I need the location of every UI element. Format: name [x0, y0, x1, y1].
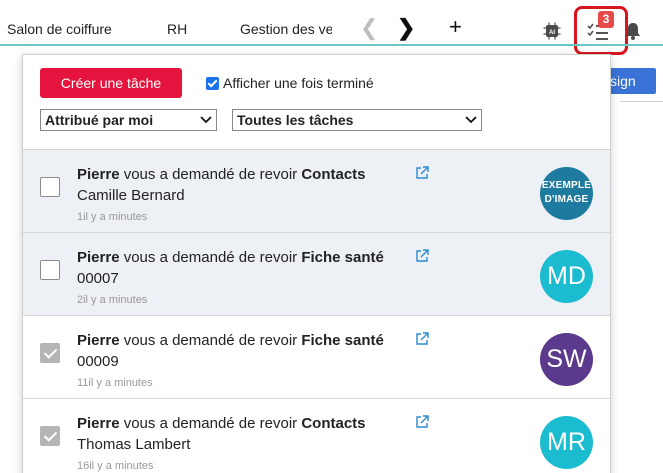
task-text: vous a demandé de revoir: [119, 415, 302, 432]
task-row[interactable]: Pierre vous a demandé de revoir Fiche sa…: [23, 232, 610, 315]
task-timestamp: 11il y a minutes: [77, 377, 153, 389]
task-target: 00007: [77, 270, 119, 287]
task-target: Camille Bernard: [77, 187, 185, 204]
external-link-icon[interactable]: [415, 166, 429, 180]
top-navigation-bar: Salon de coiffure RH Gestion des ve ❮ ❯ …: [0, 0, 663, 55]
task-requester: Pierre: [77, 249, 120, 266]
nav-tab-rh[interactable]: RH: [167, 21, 187, 37]
task-timestamp: 1il y a minutes: [77, 211, 148, 223]
nav-prev-arrow-icon[interactable]: ❮: [360, 14, 378, 42]
task-text: vous a demandé de revoir: [119, 332, 302, 349]
external-link-icon[interactable]: [415, 415, 429, 429]
external-link-icon[interactable]: [415, 332, 429, 346]
task-timestamp: 2il y a minutes: [77, 294, 148, 306]
avatar: MD: [540, 250, 593, 303]
task-requester: Pierre: [77, 415, 120, 432]
task-list: Pierre vous a demandé de revoir Contacts…: [23, 149, 610, 473]
assigned-filter-select[interactable]: Attribué par moi: [40, 109, 217, 131]
tasks-count-badge: 3: [598, 11, 614, 28]
add-tab-icon[interactable]: +: [449, 13, 462, 41]
nav-next-arrow-icon[interactable]: ❯: [397, 14, 415, 42]
task-row[interactable]: Pierre vous a demandé de revoir Contacts…: [23, 149, 610, 232]
tasks-dropdown-panel: Créer une tâche Afficher une fois termin…: [22, 54, 611, 473]
task-subject: Contacts: [301, 166, 366, 183]
background-assign-button[interactable]: sign: [606, 68, 656, 94]
external-link-icon[interactable]: [415, 249, 429, 263]
task-checkbox[interactable]: [40, 177, 60, 197]
avatar: EXEMPLE D'IMAGE: [540, 167, 593, 220]
nav-accent-line: [0, 44, 663, 46]
task-subject: Fiche santé: [301, 249, 384, 266]
show-done-checkbox[interactable]: [206, 76, 219, 90]
task-description: Pierre vous a demandé de revoir Contacts: [77, 166, 366, 183]
show-done-label: Afficher une fois terminé: [223, 75, 374, 91]
avatar: SW: [540, 333, 593, 386]
task-requester: Pierre: [77, 332, 120, 349]
chevron-down-icon: [200, 116, 212, 124]
task-checkbox[interactable]: [40, 426, 60, 446]
task-row[interactable]: Pierre vous a demandé de revoir Contacts…: [23, 398, 610, 473]
task-target: 00009: [77, 353, 119, 370]
task-row[interactable]: Pierre vous a demandé de revoir Fiche sa…: [23, 315, 610, 398]
task-description: Pierre vous a demandé de revoir Fiche sa…: [77, 332, 384, 349]
tasks-button[interactable]: 3: [574, 6, 628, 55]
tasks-filter-value: Toutes les tâches: [237, 112, 354, 128]
nav-tab-salon[interactable]: Salon de coiffure: [7, 21, 112, 37]
task-requester: Pierre: [77, 166, 120, 183]
nav-tab-gestion[interactable]: Gestion des ve: [240, 21, 332, 37]
bell-icon[interactable]: [625, 22, 641, 40]
background-divider: [620, 101, 663, 102]
chevron-down-icon: [465, 116, 477, 124]
tasks-filter-select[interactable]: Toutes les tâches: [232, 109, 482, 131]
task-subject: Contacts: [301, 415, 366, 432]
task-target: Thomas Lambert: [77, 436, 191, 453]
task-text: vous a demandé de revoir: [119, 166, 302, 183]
task-subject: Fiche santé: [301, 332, 384, 349]
task-timestamp: 16il y a minutes: [77, 460, 154, 472]
task-description: Pierre vous a demandé de revoir Fiche sa…: [77, 249, 384, 266]
ai-chip-icon[interactable]: AI: [543, 22, 561, 40]
task-text: vous a demandé de revoir: [119, 249, 302, 266]
task-description: Pierre vous a demandé de revoir Contacts: [77, 415, 366, 432]
show-done-toggle[interactable]: Afficher une fois terminé: [206, 75, 374, 91]
assigned-filter-value: Attribué par moi: [45, 112, 154, 128]
svg-text:AI: AI: [549, 30, 555, 36]
task-checkbox[interactable]: [40, 343, 60, 363]
task-checkbox[interactable]: [40, 260, 60, 280]
create-task-button[interactable]: Créer une tâche: [40, 68, 182, 98]
avatar: MR: [540, 416, 593, 469]
